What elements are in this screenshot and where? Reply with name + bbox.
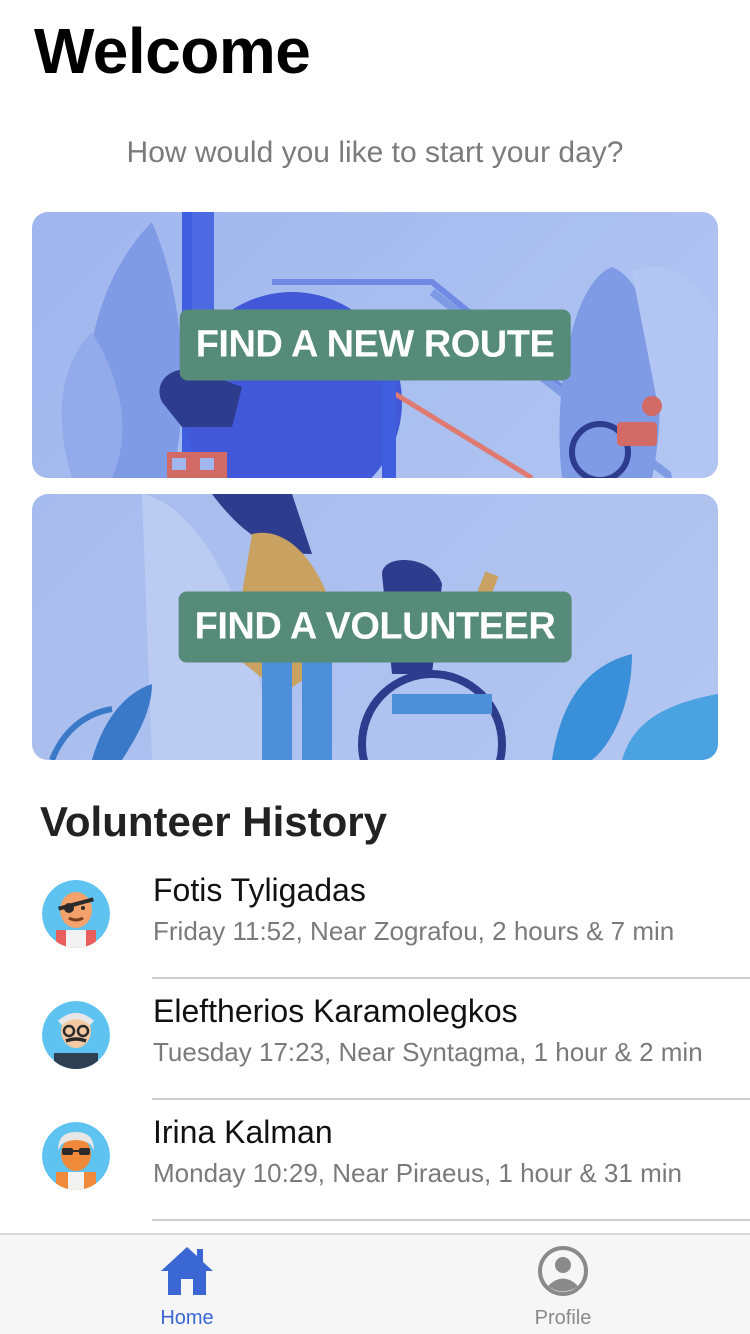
bottom-tab-bar: Home Profile: [0, 1233, 750, 1334]
avatar-glasses-mustache-icon: [42, 1001, 110, 1069]
find-route-card[interactable]: FIND A NEW ROUTE: [32, 212, 718, 478]
tab-profile-label: Profile: [534, 1307, 592, 1329]
volunteer-history-list: Fotis Tyligadas Friday 11:52, Near Zogra…: [0, 858, 750, 1221]
tab-profile[interactable]: Profile: [463, 1235, 663, 1334]
volunteer-history-title: Volunteer History: [40, 798, 387, 845]
volunteer-name: Irina Kalman: [153, 1114, 333, 1150]
list-item[interactable]: Irina Kalman Monday 10:29, Near Piraeus,…: [0, 1100, 750, 1221]
divider: [152, 1219, 750, 1221]
volunteer-name: Eleftherios Karamolegkos: [153, 993, 518, 1029]
list-item[interactable]: Eleftherios Karamolegkos Tuesday 17:23, …: [0, 979, 750, 1100]
find-volunteer-button[interactable]: FIND A VOLUNTEER: [178, 591, 572, 663]
tab-home-label: Home: [160, 1307, 214, 1329]
list-item[interactable]: Fotis Tyligadas Friday 11:52, Near Zogra…: [0, 858, 750, 979]
find-route-button[interactable]: FIND A NEW ROUTE: [179, 309, 571, 381]
tab-home[interactable]: Home: [87, 1235, 287, 1334]
volunteer-detail: Tuesday 17:23, Near Syntagma, 1 hour & 2…: [153, 1037, 703, 1067]
page-subtitle: How would you like to start your day?: [126, 136, 624, 169]
volunteer-detail: Friday 11:52, Near Zografou, 2 hours & 7…: [153, 916, 675, 946]
avatar-eyepatch-icon: [42, 880, 110, 948]
avatar-sunglasses-icon: [42, 1122, 110, 1190]
volunteer-name: Fotis Tyligadas: [153, 872, 366, 908]
find-volunteer-card[interactable]: FIND A VOLUNTEER: [32, 494, 718, 760]
page-title: Welcome: [34, 15, 311, 87]
home-icon: [161, 1247, 213, 1295]
volunteer-detail: Monday 10:29, Near Piraeus, 1 hour & 31 …: [153, 1158, 682, 1188]
profile-icon: [538, 1246, 588, 1296]
